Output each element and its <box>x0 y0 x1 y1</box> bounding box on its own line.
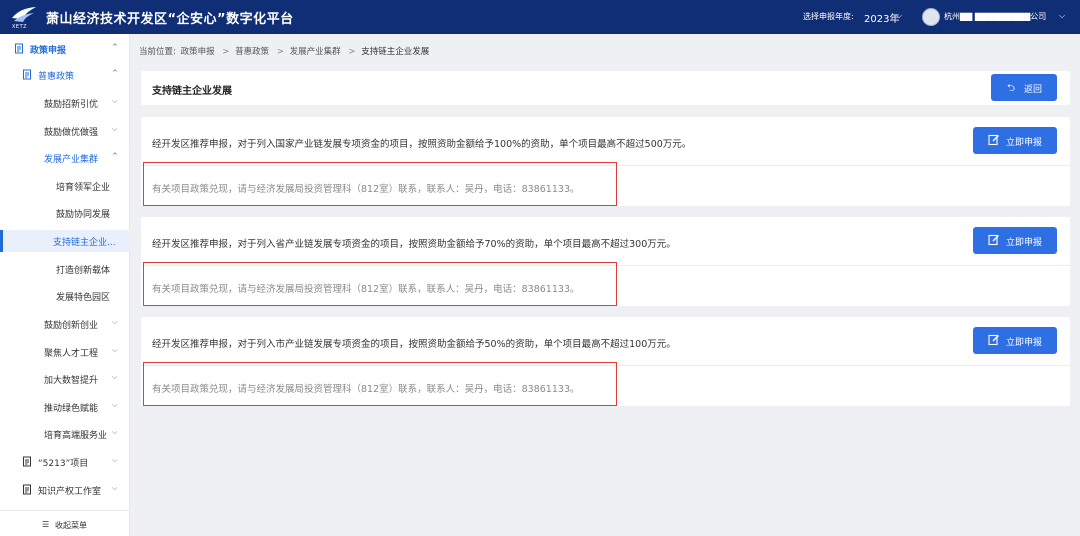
breadcrumb-item[interactable]: 发展产业集群 <box>290 47 341 57</box>
sidebar: 政策申报 ^ 普惠政策 ^ 鼓励招新引优 ⌵ 鼓励做优做强 ⌵ 发展产业集群 ^… <box>0 34 130 536</box>
app-title: 萧山经济技术开发区“企安心”数字化平台 <box>46 11 294 27</box>
sidebar-item-label: 发展产业集群 <box>44 155 99 165</box>
sidebar-item-leading-enterprise[interactable]: 培育领军企业 <box>0 175 130 197</box>
sidebar-item-general-policy[interactable]: 普惠政策 ^ <box>0 64 130 86</box>
sidebar-item-policy-apply[interactable]: 政策申报 ^ <box>0 38 130 60</box>
breadcrumb-separator-icon: > <box>276 47 284 57</box>
policy-card: 经开发区推荐申报，对于列入市产业链发展专项资金的项目，按照资助金额给予50%的资… <box>141 317 1070 406</box>
sidebar-item-industry-cluster[interactable]: 发展产业集群 ^ <box>0 147 130 169</box>
back-button-label: 返回 <box>1024 85 1043 95</box>
apply-now-button[interactable]: 立即申报 <box>973 127 1057 154</box>
apply-now-button[interactable]: 立即申报 <box>973 227 1057 254</box>
page-title: 支持链主企业发展 <box>152 86 232 97</box>
chevron-down-icon[interactable]: ⌵ <box>1059 11 1065 21</box>
sidebar-item-label: 推动绿色赋能 <box>44 404 99 414</box>
document-icon <box>15 43 23 54</box>
chevron-up-icon: ^ <box>112 43 118 51</box>
collapse-menu-label: 收起菜单 <box>55 521 87 530</box>
sidebar-item-strengthen[interactable]: 鼓励做优做强 ⌵ <box>0 120 130 142</box>
chevron-down-icon: ⌵ <box>112 428 118 436</box>
breadcrumb-separator-icon: > <box>222 47 230 57</box>
sidebar-item-green[interactable]: 推动绿色赋能 ⌵ <box>0 396 130 418</box>
year-select[interactable]: 2023年 <box>864 10 899 25</box>
top-header: XETZ 萧山经济技术开发区“企安心”数字化平台 选择申报年度: 2023年 ⌵… <box>0 0 1080 34</box>
sidebar-item-label: 鼓励做优做强 <box>44 128 99 138</box>
edit-icon <box>988 334 999 346</box>
sidebar-item-label: 发展特色园区 <box>56 293 111 303</box>
sidebar-item-label: 鼓励创新创业 <box>44 321 99 331</box>
year-label: 选择申报年度: <box>803 12 854 21</box>
sidebar-item-entrepreneurship[interactable]: 鼓励创新创业 ⌵ <box>0 313 130 335</box>
sidebar-item-label: 鼓励协同发展 <box>56 210 111 220</box>
page-title-card: 支持链主企业发展 ⮌ 返回 <box>141 71 1070 105</box>
sidebar-item-talent-project[interactable]: 聚焦人才工程 ⌵ <box>0 341 130 363</box>
sidebar-item-5213[interactable]: “5213”项目 ⌵ <box>0 451 130 473</box>
sidebar-item-attract-talent[interactable]: 鼓励招新引优 ⌵ <box>0 92 130 114</box>
sidebar-item-ip-studio[interactable]: 知识产权工作室 ⌵ <box>0 479 130 501</box>
logo-text: XETZ <box>12 24 28 30</box>
policy-card: 经开发区推荐申报，对于列入省产业链发展专项资金的项目，按照资助金额给予70%的资… <box>141 217 1070 306</box>
policy-card: 经开发区推荐申报，对于列入国家产业链发展专项资金的项目，按照资助金额给予100%… <box>141 117 1070 206</box>
sidebar-item-label: 聚焦人才工程 <box>44 349 99 359</box>
highlight-box <box>143 362 617 406</box>
document-icon <box>23 69 31 80</box>
breadcrumb-item[interactable]: 普惠政策 <box>235 47 269 57</box>
avatar[interactable] <box>922 8 940 26</box>
edit-icon <box>988 234 999 246</box>
logo-icon <box>12 7 36 22</box>
sidebar-item-label: 鼓励招新引优 <box>44 100 99 110</box>
chevron-down-icon: ⌵ <box>112 373 118 381</box>
sidebar-item-label: 培育高端服务业 <box>44 431 108 441</box>
sidebar-item-label: 知识产权工作室 <box>38 487 102 497</box>
sidebar-item-chain-leader[interactable]: 支持链主企业... <box>0 230 130 252</box>
sidebar-item-special-park[interactable]: 发展特色园区 <box>0 285 130 307</box>
chevron-down-icon: ⌵ <box>112 346 118 354</box>
breadcrumb: 当前位置: 政策申报 > 普惠政策 > 发展产业集群 > 支持链主企业发展 <box>139 45 431 57</box>
menu-icon: ☰ <box>42 520 50 529</box>
sidebar-item-label: 支持链主企业... <box>53 238 116 248</box>
breadcrumb-prefix: 当前位置: <box>139 47 176 57</box>
apply-button-label: 立即申报 <box>1006 138 1043 148</box>
company-name[interactable]: 杭州▇▇ ▇▇▇▇▇▇▇▇▇公司 <box>944 11 1046 22</box>
chevron-down-icon[interactable]: ⌵ <box>896 11 902 21</box>
sidebar-item-label: 打造创新载体 <box>56 266 111 276</box>
chevron-up-icon: ^ <box>112 69 118 77</box>
sidebar-item-label: 政策申报 <box>30 46 67 56</box>
chevron-down-icon: ⌵ <box>112 125 118 133</box>
policy-description: 经开发区推荐申报，对于列入市产业链发展专项资金的项目，按照资助金额给予50%的资… <box>152 339 676 350</box>
sidebar-item-digital[interactable]: 加大数智提升 ⌵ <box>0 368 130 390</box>
chevron-down-icon: ⌵ <box>112 401 118 409</box>
chevron-down-icon: ⌵ <box>112 318 118 326</box>
policy-description: 经开发区推荐申报，对于列入国家产业链发展专项资金的项目，按照资助金额给予100%… <box>152 139 692 150</box>
document-icon <box>23 456 31 467</box>
apply-now-button[interactable]: 立即申报 <box>973 327 1057 354</box>
highlight-box <box>143 262 617 306</box>
apply-button-label: 立即申报 <box>1006 338 1043 348</box>
sidebar-item-collaboration[interactable]: 鼓励协同发展 <box>0 202 130 224</box>
highlight-box <box>143 162 617 206</box>
policy-description: 经开发区推荐申报，对于列入省产业链发展专项资金的项目，按照资助金额给予70%的资… <box>152 239 676 250</box>
breadcrumb-separator-icon: > <box>348 47 356 57</box>
sidebar-item-label: 普惠政策 <box>38 72 75 82</box>
breadcrumb-item[interactable]: 政策申报 <box>181 47 215 57</box>
chevron-down-icon: ⌵ <box>112 484 118 492</box>
sidebar-item-label: “5213”项目 <box>38 459 89 469</box>
chevron-down-icon: ⌵ <box>112 97 118 105</box>
sidebar-item-service[interactable]: 培育高端服务业 ⌵ <box>0 423 130 445</box>
document-icon <box>23 484 31 495</box>
back-button[interactable]: ⮌ 返回 <box>991 74 1057 101</box>
apply-button-label: 立即申报 <box>1006 238 1043 248</box>
collapse-menu-button[interactable]: ☰ 收起菜单 <box>0 510 130 536</box>
breadcrumb-current: 支持链主企业发展 <box>361 47 430 57</box>
chevron-down-icon: ⌵ <box>112 456 118 464</box>
sidebar-item-label: 培育领军企业 <box>56 183 111 193</box>
platform-logo: XETZ <box>10 4 38 30</box>
chevron-up-icon: ^ <box>112 152 118 160</box>
sidebar-item-label: 加大数智提升 <box>44 376 99 386</box>
sidebar-item-innovation-carrier[interactable]: 打造创新载体 <box>0 258 130 280</box>
return-icon: ⮌ <box>1007 83 1016 94</box>
edit-icon <box>988 134 999 146</box>
